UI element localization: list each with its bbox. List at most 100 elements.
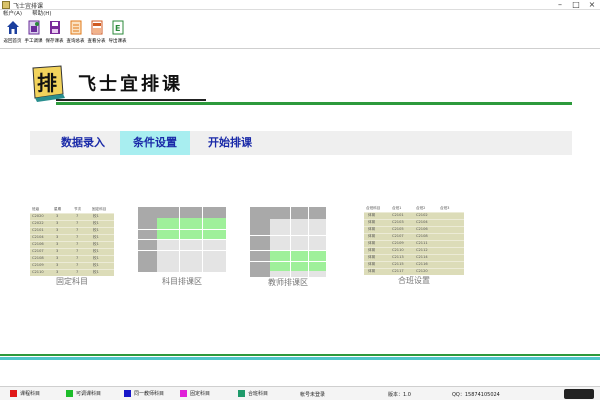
card-merged-class[interactable]: 合班科目 合班1 合班2 合班3 体育 C2101 C2102 体育 C2103 C210… [364,205,464,289]
card-subject-area[interactable]: 科目排课区 [138,207,226,289]
tab-data-entry[interactable]: 数据录入 [48,131,118,155]
preview-cell: 体育 [368,262,376,266]
preview-cell: C2114 [416,255,428,259]
export-schedule-button[interactable]: E 导出课表 [107,19,128,49]
sub-table-icon [91,20,102,35]
view-subtable-button[interactable]: 查看分表 [86,19,107,49]
preview-cell: 体育 [368,227,376,231]
login-status: 帐号未登录 [300,392,326,398]
preview-row [364,240,464,246]
preview-cell: 7 [76,270,79,274]
preview-header-cell: 节次 [74,207,82,211]
preview-cell: 校1 [93,221,99,225]
preview-cell: 7 [76,249,79,253]
preview-cell: 体育 [368,269,376,273]
preview-cell: 3 [56,221,59,225]
preview-cell: 校1 [93,228,99,232]
save-schedule-button[interactable]: 保存课表 [44,19,65,49]
preview-cell: 校1 [93,249,99,253]
menu-item-help[interactable]: 帮助(H) [32,10,51,19]
window-title: 飞士宜排课 [13,3,44,10]
teacher-area-preview [250,207,326,277]
footer-rule-green [0,354,600,356]
preview-cell: C2108 [416,234,428,238]
preview-cell: C2102 [416,213,428,217]
preview-cell: C2022 [32,221,44,225]
preview-cell: C2104 [32,235,44,239]
close-icon[interactable]: × [588,0,596,10]
preview-cell: C2020 [32,214,44,218]
preview-cell: 3 [56,242,59,246]
main-tab-bar: 数据录入 条件设置 开始排课 [30,131,572,155]
legend-swatch [238,390,245,397]
legend-label: 课程科目 [20,391,41,397]
merged-class-preview: 合班科目 合班1 合班2 合班3 体育 C2101 C2102 体育 C2103 C210… [364,205,464,275]
menu-bar: 帐户(A) 帮助(H) [0,10,600,19]
toolbar-label: 导出课表 [108,39,127,44]
qq-contact: QQ：15874105024 [452,392,500,398]
preview-header-cell: 合班2 [416,206,426,210]
toolbar-label: 手工调课 [24,39,43,44]
brand-rule-dark [56,99,206,101]
preview-cell: 3 [56,214,59,218]
maximize-icon[interactable]: □ [572,0,580,10]
preview-cell: C2106 [416,227,428,231]
preview-cell: C2101 [32,228,44,232]
card-fixed-subjects[interactable]: 班级 星期 节次 固定科目 C2020 3 7 校1 C2022 3 7 校1 C2101 3 7 校… [30,206,114,288]
card-caption: 合班设置 [398,276,430,285]
preview-cell: C2120 [416,269,428,273]
preview-cell: C2115 [392,262,404,266]
card-teacher-area[interactable]: 教师排课区 [250,207,326,289]
preview-row [364,247,464,253]
preview-header-cell: 固定科目 [92,207,107,211]
logo-icon: 排 [32,65,65,102]
preview-cell: 体育 [368,220,376,224]
preview-row [364,233,464,239]
preview-cell: C2101 [392,213,404,217]
minimize-icon[interactable]: – [556,0,564,10]
preview-cell: C2107 [392,234,404,238]
manual-adjust-button[interactable]: 手工调课 [23,19,44,49]
preview-cell: C2104 [416,220,428,224]
preview-header-cell: 班级 [32,207,40,211]
legend-swatch [180,390,187,397]
preview-cell: 7 [76,228,79,232]
version-label: 版本：1.0 [388,392,411,398]
tab-start-scheduling[interactable]: 开始排课 [192,131,268,155]
preview-cell: 校1 [93,263,99,267]
app-window: 飞士宜排课 – □ × 帐户(A) 帮助(H) 返回首页 手工调课 保存课表 查… [0,0,600,400]
menu-item-account[interactable]: 帐户(A) [3,10,22,19]
preview-cell: 3 [56,228,59,232]
preview-cell: 体育 [368,213,376,217]
card-caption: 固定科目 [56,277,88,286]
legend-swatch [66,390,73,397]
preview-cell: C2109 [32,263,44,267]
tray-icons[interactable] [564,389,594,399]
preview-cell: C2109 [392,241,404,245]
legend-item: 可调课科目 [66,390,101,397]
toolbar-label: 返回首页 [3,39,22,44]
preview-cell: 7 [76,263,79,267]
legend-swatch [10,390,17,397]
home-button[interactable]: 返回首页 [2,19,23,49]
preview-cell: 体育 [368,255,376,259]
toolbar: 返回首页 手工调课 保存课表 查询总表 查看分表 E 导出课表 [0,19,600,49]
legend-swatch [124,390,131,397]
card-caption: 科目排课区 [162,277,202,286]
preview-row [364,226,464,232]
status-bar: 课程科目 可调课科目 同一教师科目 固定科目 合班科目 帐号未登录 版本：1.0… [0,386,600,400]
preview-cell: 3 [56,256,59,260]
preview-row [364,268,464,274]
toolbar-label: 查询总表 [66,39,85,44]
preview-cell: C2107 [32,249,44,253]
tab-condition-settings[interactable]: 条件设置 [120,131,190,155]
legend-item: 课程科目 [10,390,40,397]
legend-item: 固定科目 [180,390,210,397]
legend-label: 可调课科目 [76,391,102,397]
preview-cell: 校1 [93,256,99,260]
preview-row [364,212,464,218]
query-total-button[interactable]: 查询总表 [65,19,86,49]
preview-cell: 校1 [93,242,99,246]
preview-cell: 校1 [93,235,99,239]
preview-cell: C2110 [392,248,404,252]
